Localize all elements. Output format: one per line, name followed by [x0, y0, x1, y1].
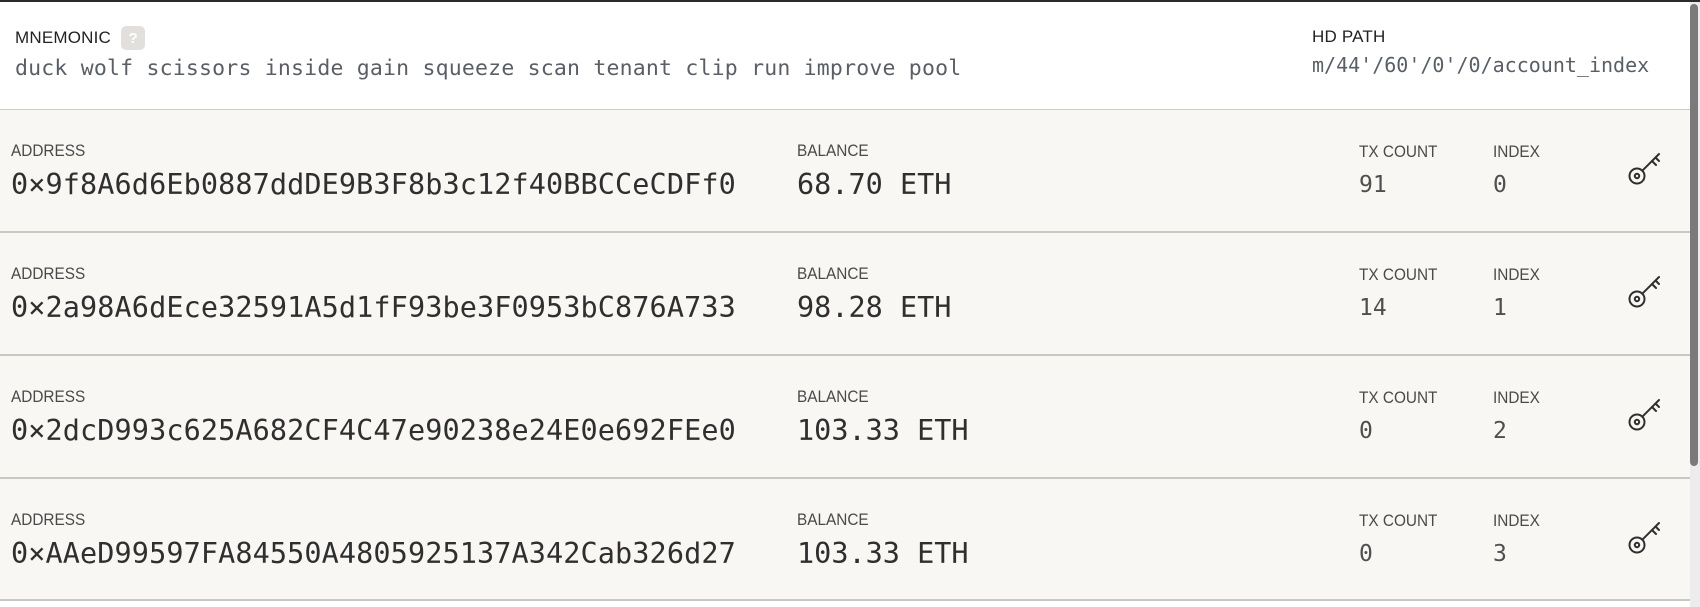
account-balance: 103.33 ETH [797, 414, 969, 447]
index-label: INDEX [1493, 389, 1540, 407]
account-tx-count: 91 [1359, 172, 1387, 198]
index-label: INDEX [1493, 266, 1540, 284]
account-row: ADDRESS 0×AAeD99597FA84550A4805925137A34… [0, 479, 1690, 601]
hd-path-label: HD PATH [1312, 27, 1386, 46]
show-private-key-button[interactable] [1625, 394, 1665, 434]
key-icon [1628, 399, 1660, 431]
account-row: ADDRESS 0×2dcD993c625A682CF4C47e90238e24… [0, 356, 1690, 479]
address-label: ADDRESS [11, 142, 86, 160]
key-icon [1628, 522, 1660, 554]
balance-label: BALANCE [797, 511, 869, 529]
mnemonic-section: MNEMONIC ? duck wolf scissors inside gai… [15, 26, 961, 81]
account-row: ADDRESS 0×2a98A6dEce32591A5d1fF93be3F095… [0, 233, 1690, 356]
wallet-header: MNEMONIC ? duck wolf scissors inside gai… [0, 2, 1690, 110]
account-balance: 103.33 ETH [797, 537, 969, 570]
tx-count-label: TX COUNT [1359, 512, 1438, 530]
balance-label: BALANCE [797, 388, 869, 406]
show-private-key-button[interactable] [1625, 517, 1665, 557]
index-label: INDEX [1493, 143, 1540, 161]
account-address: 0×2dcD993c625A682CF4C47e90238e24E0e692FE… [11, 414, 736, 447]
account-tx-count: 0 [1359, 541, 1373, 567]
key-icon [1628, 153, 1660, 185]
scrollbar-thumb[interactable] [1690, 4, 1698, 466]
account-tx-count: 14 [1359, 295, 1387, 321]
account-address: 0×2a98A6dEce32591A5d1fF93be3F0953bC876A7… [11, 291, 736, 324]
account-tx-count: 0 [1359, 418, 1373, 444]
hd-path-value: m/44'/60'/0'/0/account_index [1312, 53, 1650, 77]
account-index: 1 [1493, 295, 1507, 321]
tx-count-label: TX COUNT [1359, 266, 1438, 284]
balance-label: BALANCE [797, 265, 869, 283]
account-index: 2 [1493, 418, 1507, 444]
account-index: 0 [1493, 172, 1507, 198]
accounts-list: ADDRESS 0×9f8A6d6Eb0887ddDE9B3F8b3c12f40… [0, 110, 1690, 601]
mnemonic-label: MNEMONIC [15, 28, 112, 47]
address-label: ADDRESS [11, 388, 86, 406]
account-address: 0×AAeD99597FA84550A4805925137A342Cab326d… [11, 537, 736, 570]
help-icon[interactable]: ? [121, 26, 146, 50]
balance-label: BALANCE [797, 142, 869, 160]
show-private-key-button[interactable] [1625, 148, 1665, 188]
account-row: ADDRESS 0×9f8A6d6Eb0887ddDE9B3F8b3c12f40… [0, 110, 1690, 233]
account-balance: 98.28 ETH [797, 291, 952, 324]
address-label: ADDRESS [11, 511, 86, 529]
mnemonic-title-row: MNEMONIC ? [15, 26, 961, 50]
mnemonic-phrase: duck wolf scissors inside gain squeeze s… [15, 56, 962, 81]
address-label: ADDRESS [11, 265, 86, 283]
account-address: 0×9f8A6d6Eb0887ddDE9B3F8b3c12f40BBCCeCDF… [11, 168, 736, 201]
tx-count-label: TX COUNT [1359, 389, 1438, 407]
account-index: 3 [1493, 541, 1507, 567]
show-private-key-button[interactable] [1625, 271, 1665, 311]
account-balance: 68.70 ETH [797, 168, 952, 201]
tx-count-label: TX COUNT [1359, 143, 1438, 161]
key-icon [1628, 276, 1660, 308]
index-label: INDEX [1493, 512, 1540, 530]
hd-path-section: HD PATH m/44'/60'/0'/0/account_index [1312, 27, 1649, 77]
